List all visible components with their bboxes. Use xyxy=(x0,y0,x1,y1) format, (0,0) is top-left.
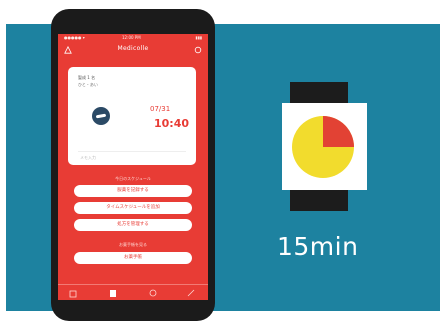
divider xyxy=(78,151,186,152)
refresh-icon[interactable] xyxy=(194,46,202,54)
section-label-schedule: 今日のスケジュール xyxy=(115,176,151,181)
record-dose-button[interactable]: 服薬を記録する xyxy=(74,185,192,197)
app-bar: Medicolle xyxy=(58,42,208,58)
battery-icon: ▮▮▮ xyxy=(195,35,202,40)
more-icon[interactable] xyxy=(186,288,196,298)
dose-time: 10:40 xyxy=(154,117,190,130)
record-icon[interactable] xyxy=(108,288,118,298)
carrier-signal: ●●●●● ▾ xyxy=(64,35,85,40)
duration-label: 15min xyxy=(277,232,359,261)
app-title: Medicolle xyxy=(117,45,149,52)
manage-prescription-button[interactable]: 処方を管理する xyxy=(74,219,192,231)
bottom-navigation xyxy=(58,284,208,300)
pill-avatar-icon xyxy=(92,107,110,125)
add-schedule-button[interactable]: タイムスケジュールを追加 xyxy=(74,202,192,214)
phone-screen: ●●●●● ▾ 12:00 PM ▮▮▮ Medicolle 聖成 1 名 ひと… xyxy=(58,34,208,300)
home-icon[interactable] xyxy=(68,288,78,298)
patient-name: 聖成 1 名 xyxy=(78,75,96,80)
dose-date: 07/31 xyxy=(150,105,171,113)
patient-subtitle: ひと・あい xyxy=(78,82,98,87)
medicine-notebook-button[interactable]: お薬手帳 xyxy=(74,252,192,264)
timer-pie-icon xyxy=(292,116,354,178)
watch-strap-bottom xyxy=(290,189,348,211)
memo-field[interactable]: メモ入力 xyxy=(80,155,96,161)
settings-icon[interactable] xyxy=(148,288,158,298)
schedule-card[interactable]: 聖成 1 名 ひと・あい 07/31 10:40 メモ入力 xyxy=(68,67,196,165)
watch-strap-top xyxy=(290,82,348,104)
watch-face xyxy=(282,103,367,190)
status-time: 12:00 PM xyxy=(122,35,141,40)
status-bar: ●●●●● ▾ 12:00 PM ▮▮▮ xyxy=(58,34,208,42)
section-label-notebook: お薬手帳を見る xyxy=(119,242,147,247)
